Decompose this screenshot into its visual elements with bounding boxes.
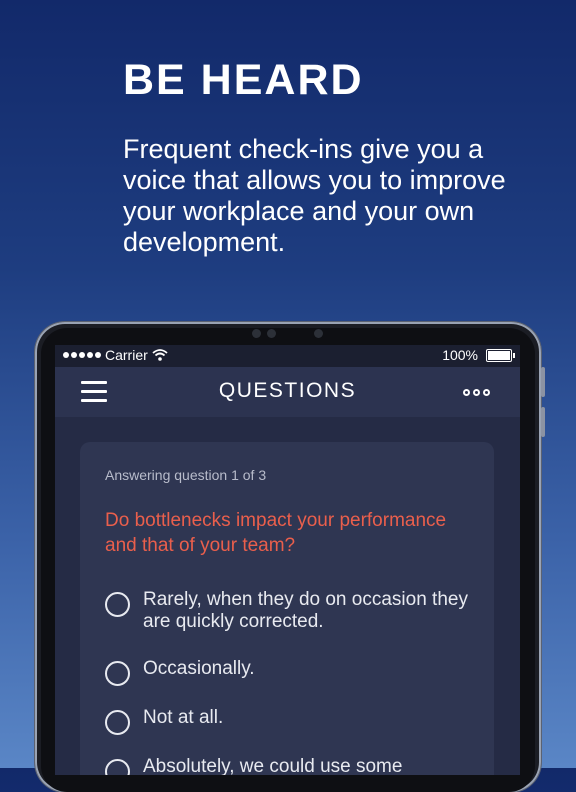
radio-button[interactable] <box>105 710 130 735</box>
answer-option[interactable]: Rarely, when they do on occasion they ar… <box>105 589 473 633</box>
answer-label: Not at all. <box>143 707 224 728</box>
radio-button[interactable] <box>105 592 130 617</box>
side-button <box>541 407 545 437</box>
more-icon[interactable] <box>463 389 490 396</box>
sensor <box>252 329 261 338</box>
nav-title: QUESTIONS <box>218 379 357 402</box>
nav-bar: QUESTIONS <box>55 367 520 417</box>
answer-option[interactable]: Occasionally. <box>105 658 473 686</box>
answer-label: Absolutely, we could use some <box>143 756 403 775</box>
battery-icon <box>486 348 515 362</box>
answer-label: Occasionally. <box>143 658 255 679</box>
side-button <box>541 367 545 397</box>
wifi-icon <box>152 349 168 361</box>
subtitle: Frequent check-ins give you a voice that… <box>123 134 506 257</box>
answer-label: Rarely, when they do on occasion they ar… <box>143 589 468 632</box>
signal-icon <box>63 352 101 358</box>
question-progress: Answering question 1 of 3 <box>105 467 267 483</box>
camera <box>314 329 323 338</box>
sensor <box>267 329 276 338</box>
question-text: Do bottlenecks impact your performance a… <box>105 510 447 556</box>
app-screen: Carrier 100% QUESTIONS Answering questio… <box>55 345 520 775</box>
battery-label: 100% <box>442 347 478 363</box>
question-card: Answering question 1 of 3 Do bottlenecks… <box>80 442 494 775</box>
radio-button[interactable] <box>105 759 130 775</box>
headline: BE HEARD <box>123 56 364 104</box>
carrier-label: Carrier <box>105 347 148 363</box>
status-bar: Carrier 100% <box>55 345 520 367</box>
radio-button[interactable] <box>105 661 130 686</box>
answer-option[interactable]: Not at all. <box>105 707 473 735</box>
answer-option[interactable]: Absolutely, we could use some <box>105 756 473 775</box>
